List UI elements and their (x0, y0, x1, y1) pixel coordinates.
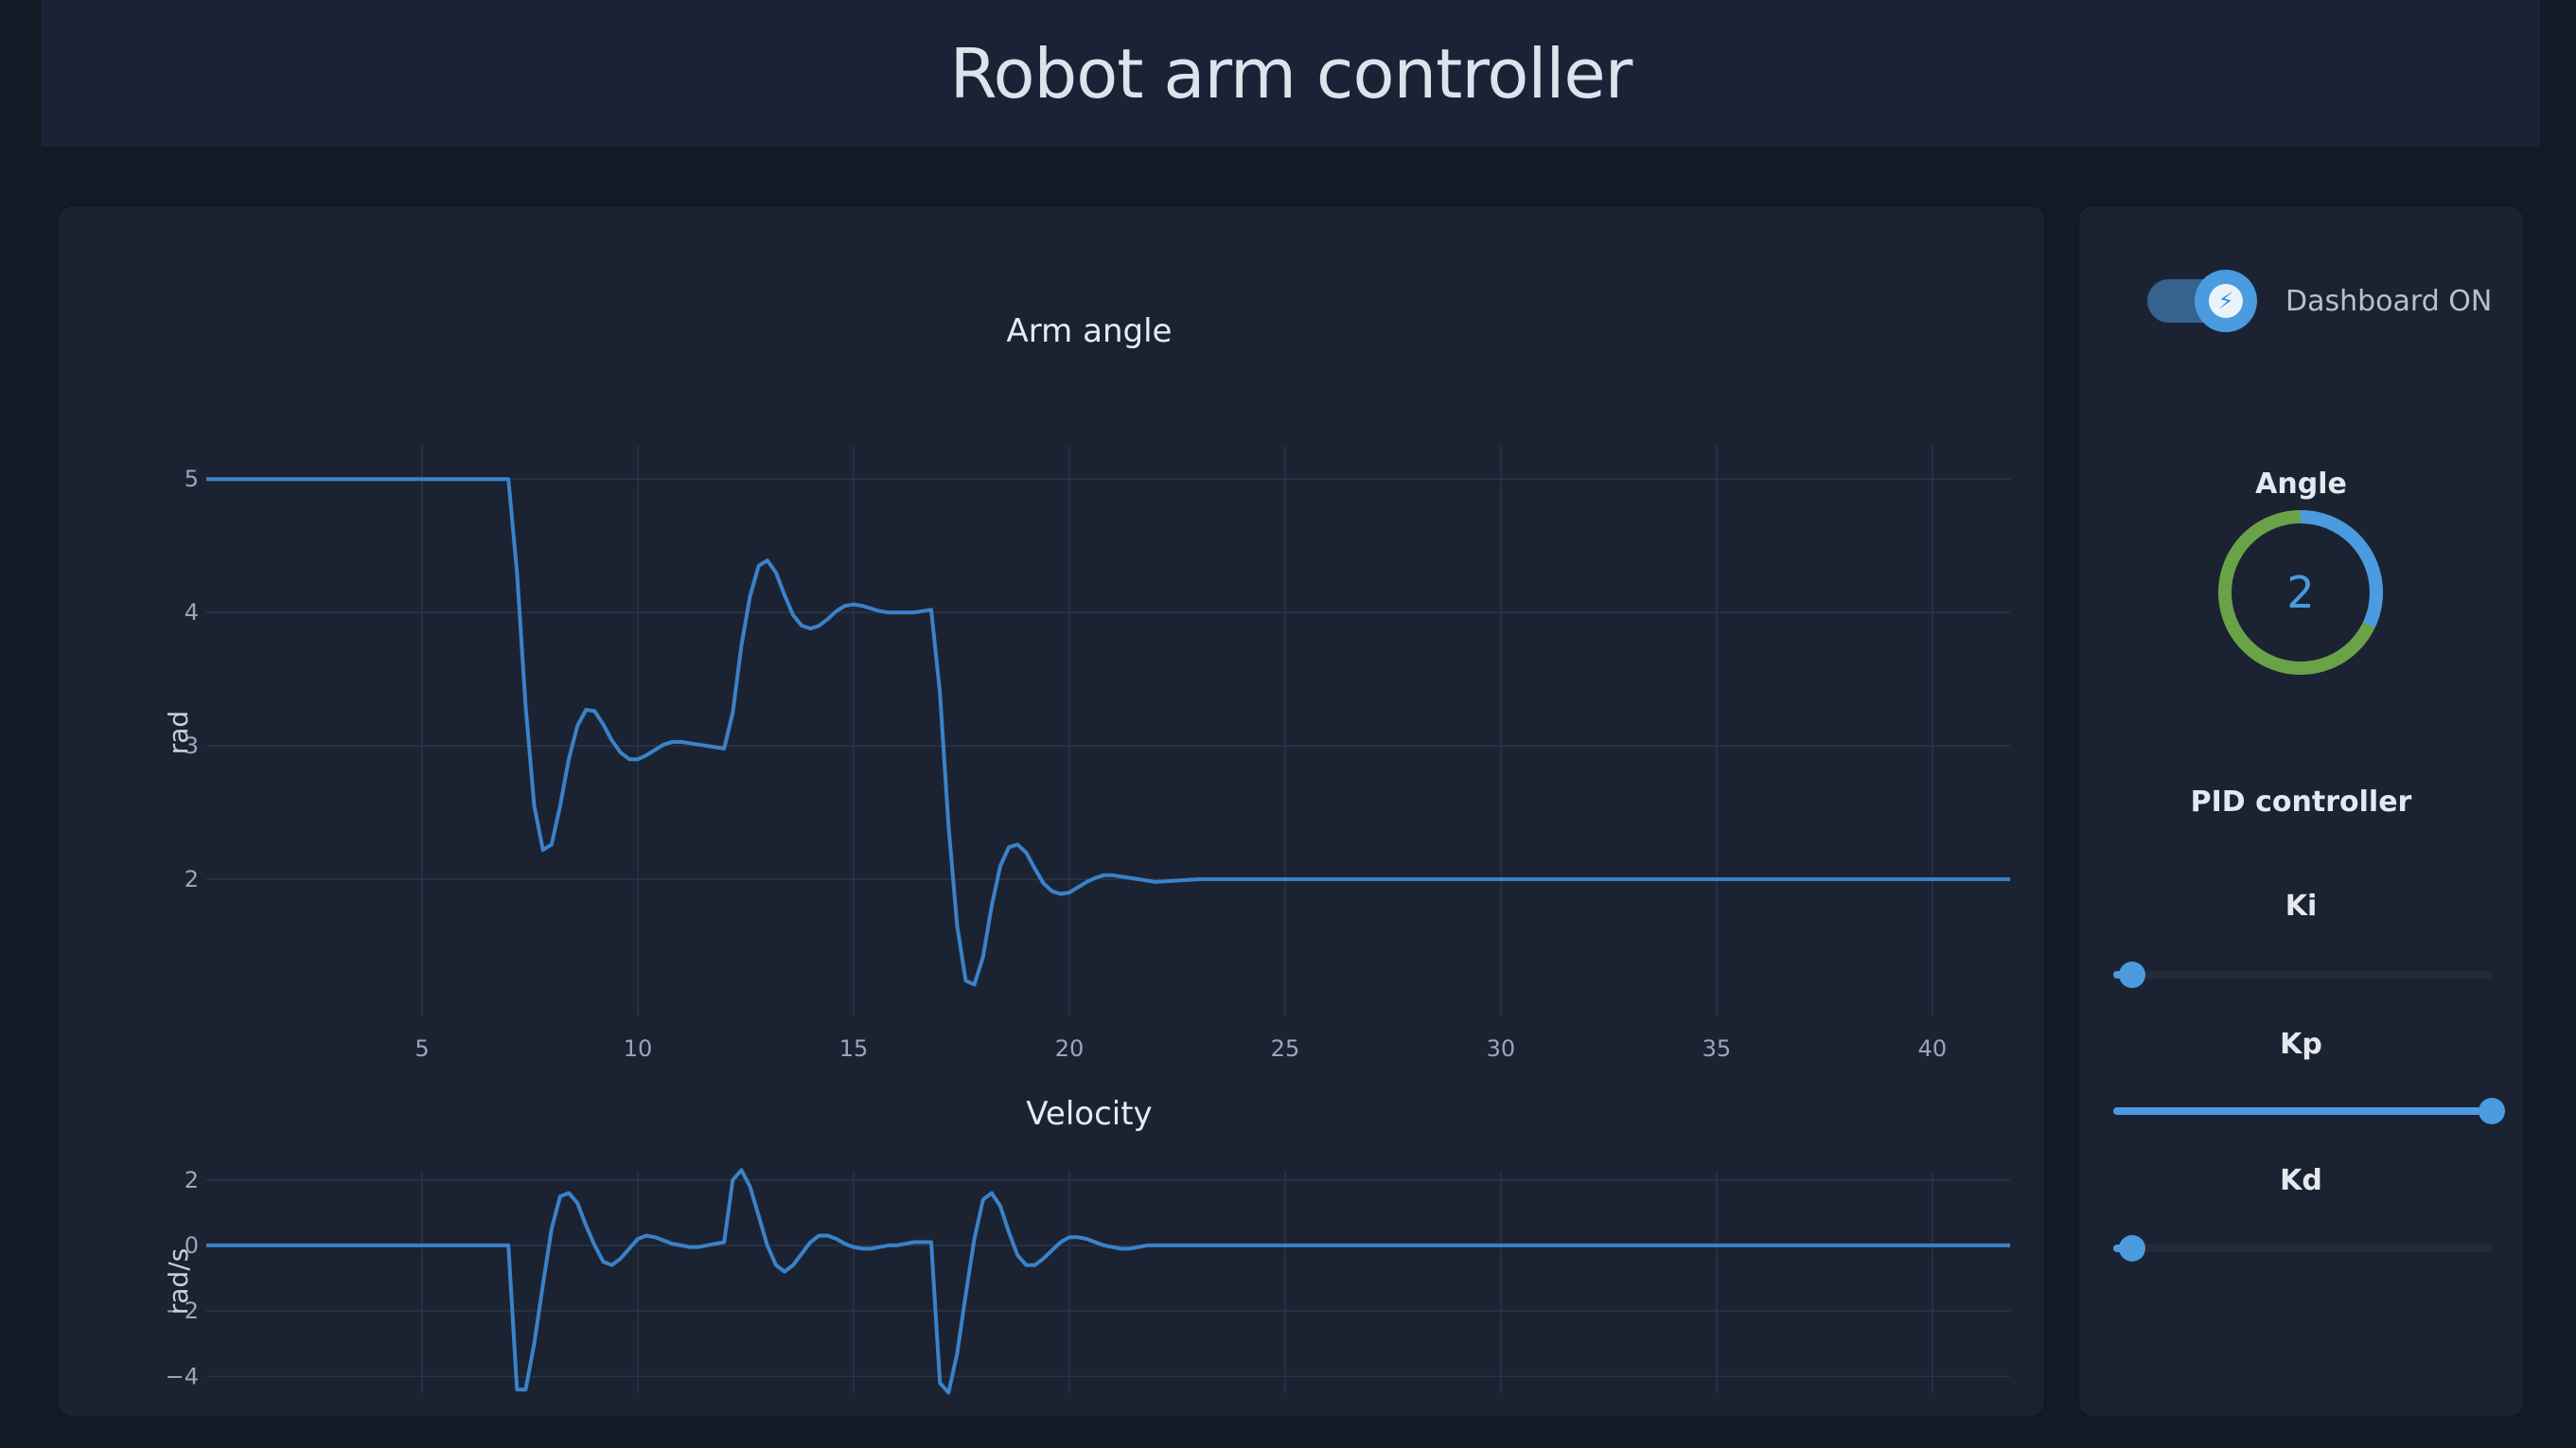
y-tick-label: 4 (185, 599, 199, 626)
chart-title: Arm angle (1007, 312, 1173, 350)
ki-slider[interactable] (2113, 962, 2492, 988)
arm-angle-chart[interactable]: Arm angle5 10 15 20 25 30 35 402345rad (59, 206, 2044, 1077)
pid-title: PID controller (2190, 786, 2412, 819)
series-line (206, 1168, 2010, 1395)
y-tick-label: −4 (166, 1363, 199, 1389)
x-tick-label: 40 (1918, 1035, 1948, 1062)
x-tick-label: 20 (1055, 1035, 1085, 1062)
x-tick-label: 5 (415, 1035, 429, 1062)
chart-title: Velocity (1026, 1095, 1152, 1133)
y-axis-label: rad/s (163, 1248, 194, 1315)
dashboard-toggle[interactable]: ⚡ (2147, 270, 2257, 332)
kp-slider[interactable] (2113, 1098, 2505, 1124)
x-tick-label: 25 (1271, 1035, 1300, 1062)
y-tick-label: 2 (185, 866, 199, 892)
x-tick-label: 35 (1703, 1035, 1732, 1062)
x-tick-label: 30 (1487, 1035, 1516, 1062)
y-tick-label: 2 (185, 1167, 199, 1193)
kd-slider[interactable] (2113, 1235, 2492, 1262)
velocity-chart[interactable]: Velocity20−2−4rad/s (59, 1094, 2044, 1416)
control-sidebar: ⚡ Dashboard ON Angle 2 PID controller Ki… (2079, 206, 2523, 1416)
ki-slider-thumb[interactable] (2119, 962, 2145, 988)
y-tick-label: 5 (185, 466, 199, 492)
kp-slider-fill (2113, 1107, 2492, 1115)
x-tick-label: 10 (624, 1035, 653, 1062)
dashboard-toggle-label: Dashboard ON (2285, 284, 2493, 318)
series-line (206, 477, 2010, 987)
x-tick-label: 15 (839, 1035, 869, 1062)
slider-label-ki: Ki (2285, 890, 2318, 923)
gauge-title: Angle (2255, 468, 2347, 501)
gauge-value: 2 (2286, 567, 2315, 618)
slider-label-kp: Kp (2280, 1028, 2322, 1061)
y-axis-label: rad (163, 711, 194, 754)
kd-slider-thumb[interactable] (2119, 1235, 2145, 1262)
bolt-icon: ⚡ (2209, 284, 2243, 318)
kp-slider-thumb[interactable] (2479, 1098, 2505, 1124)
dashboard-toggle-row: ⚡ Dashboard ON (2147, 270, 2493, 332)
charts-panel: Arm angle 5 10 15 20 25 30 35 40 2 3 4 5 rad Velocity… (59, 206, 2044, 1416)
page-title: Robot arm controller (949, 33, 1633, 114)
angle-gauge: 2 (2215, 507, 2386, 678)
toggle-knob[interactable]: ⚡ (2195, 270, 2257, 332)
slider-label-kd: Kd (2280, 1164, 2322, 1197)
app-header: Robot arm controller (42, 0, 2540, 147)
